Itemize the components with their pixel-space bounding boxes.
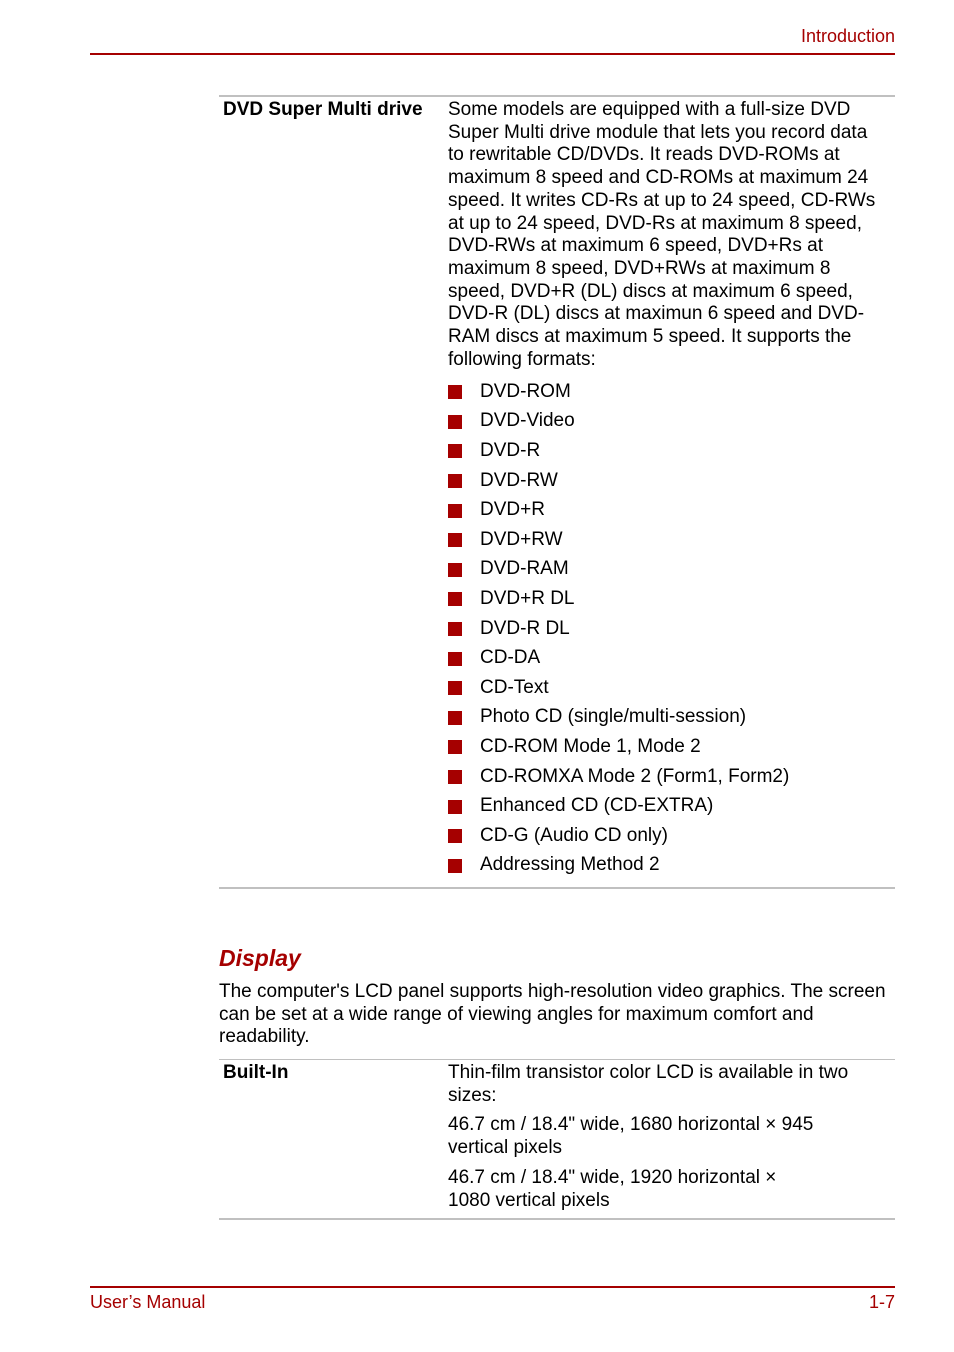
square-bullet-icon — [448, 533, 462, 548]
spec-body: Some models are equipped with a full-siz… — [448, 97, 895, 887]
format-label: CD-ROMXA Mode 2 (Form1, Form2) — [480, 765, 790, 787]
running-header-section: Introduction — [800, 26, 895, 46]
format-label: DVD+RW — [480, 528, 563, 550]
builtin-size-option: 46.7 cm / 18.4" wide, 1920 horizontal × … — [448, 1166, 777, 1211]
format-label: Enhanced CD (CD-EXTRA) — [480, 795, 714, 817]
spec-row-dvd-drive: DVD Super Multi drive Some models are eq… — [219, 97, 895, 887]
format-label: Addressing Method 2 — [480, 854, 660, 876]
section-heading-display: Display — [219, 945, 301, 971]
square-bullet-icon — [448, 414, 462, 429]
list-item: CD-DA — [448, 644, 891, 674]
list-item: DVD-R — [448, 437, 891, 467]
square-bullet-icon — [448, 474, 462, 489]
dvd-drive-description: Some models are equipped with a full-siz… — [448, 99, 876, 370]
format-label: DVD+R DL — [480, 588, 575, 610]
format-label: CD-DA — [480, 647, 541, 669]
square-bullet-icon — [448, 710, 462, 725]
square-bullet-icon — [448, 562, 462, 577]
display-spec-table: Built-In Thin-film transistor color LCD … — [219, 1059, 895, 1221]
format-label: DVD+R — [480, 499, 545, 521]
list-item: CD-ROMXA Mode 2 (Form1, Form2) — [448, 762, 891, 792]
spec-body: Thin-film transistor color LCD is availa… — [448, 1060, 895, 1218]
format-label: DVD-Video — [480, 410, 575, 432]
square-bullet-icon — [448, 740, 462, 755]
list-item: DVD-R DL — [448, 614, 891, 644]
supported-formats-list: DVD-ROM DVD-Video DVD-R DVD-RW DVD+R DVD… — [448, 377, 891, 886]
list-item: DVD+R — [448, 496, 891, 526]
format-label: DVD-R — [480, 440, 541, 462]
square-bullet-icon — [448, 681, 462, 696]
format-label: DVD-RAM — [480, 558, 569, 580]
list-item: Photo CD (single/multi-session) — [448, 703, 891, 733]
builtin-description: Thin-film transistor color LCD is availa… — [448, 1062, 849, 1106]
list-item: DVD+RW — [448, 525, 891, 555]
list-item: DVD-RW — [448, 466, 891, 496]
spec-row-built-in: Built-In Thin-film transistor color LCD … — [219, 1060, 895, 1218]
square-bullet-icon — [448, 621, 462, 636]
list-item: DVD+R DL — [448, 585, 891, 615]
format-label: CD-Text — [480, 676, 549, 698]
format-label: DVD-RW — [480, 469, 558, 491]
format-label: DVD-ROM — [480, 380, 571, 402]
format-label: CD-ROM Mode 1, Mode 2 — [480, 736, 701, 757]
square-bullet-icon — [448, 651, 462, 666]
list-item: Addressing Method 2 — [448, 851, 891, 881]
spec-label: DVD Super Multi drive — [223, 99, 423, 120]
format-label: DVD-R DL — [480, 617, 570, 639]
square-bullet-icon — [448, 858, 462, 873]
list-item: CD-ROM Mode 1, Mode 2 — [448, 733, 891, 763]
list-item: DVD-RAM — [448, 555, 891, 585]
footer-page-number: 1-7 — [868, 1292, 895, 1312]
square-bullet-icon — [448, 592, 462, 607]
header-rule — [90, 53, 895, 55]
square-bullet-icon — [448, 829, 462, 844]
dvd-drive-spec-table: DVD Super Multi drive Some models are eq… — [219, 95, 895, 889]
square-bullet-icon — [448, 503, 462, 518]
list-item: CD-G (Audio CD only) — [448, 821, 891, 851]
builtin-size-option: 46.7 cm / 18.4" wide, 1680 horizontal × … — [448, 1114, 814, 1159]
square-bullet-icon — [448, 769, 462, 784]
footer-manual-title: User’s Manual — [90, 1292, 206, 1312]
list-item: Enhanced CD (CD-EXTRA) — [448, 792, 891, 822]
square-bullet-icon — [448, 385, 462, 400]
footer-rule — [90, 1286, 895, 1288]
format-label: Photo CD (single/multi-session) — [480, 706, 747, 728]
list-item: DVD-ROM — [448, 377, 891, 407]
square-bullet-icon — [448, 799, 462, 814]
display-intro-paragraph: The computer's LCD panel supports high-r… — [219, 981, 886, 1048]
format-label: CD-G (Audio CD only) — [480, 824, 668, 846]
square-bullet-icon — [448, 444, 462, 459]
spec-label: Built-In — [223, 1062, 289, 1083]
list-item: DVD-Video — [448, 407, 891, 437]
list-item: CD-Text — [448, 673, 891, 703]
